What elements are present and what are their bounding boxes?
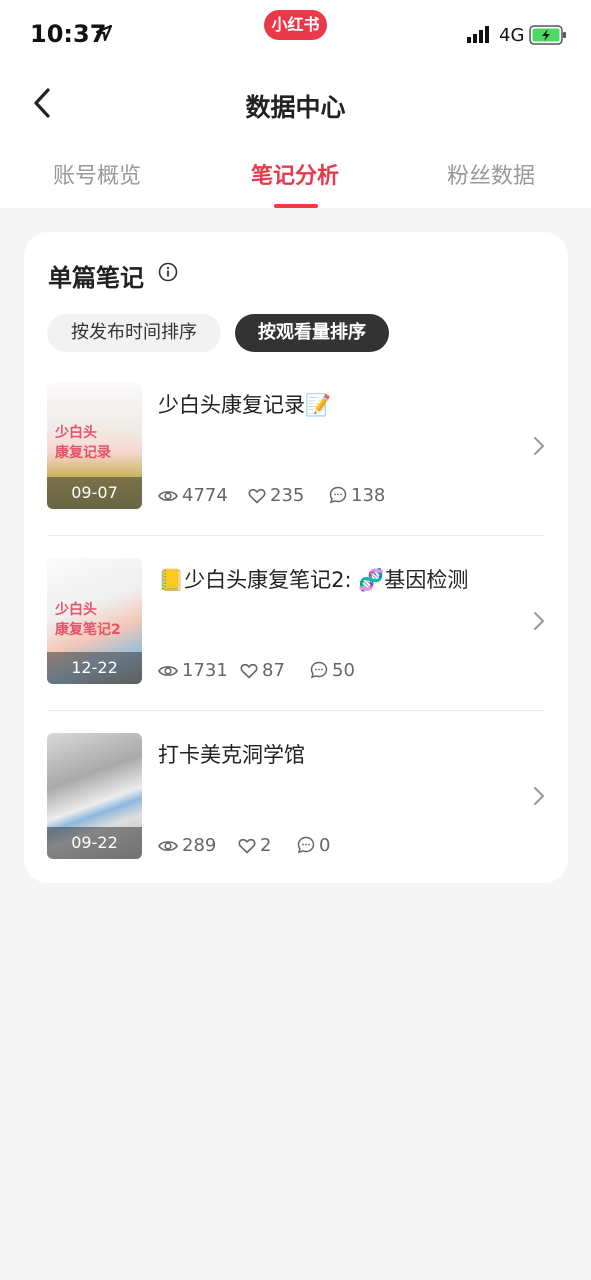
likes-count: 87 <box>262 660 285 681</box>
info-icon[interactable] <box>158 262 178 286</box>
heart-icon <box>248 488 266 504</box>
location-arrow-icon <box>95 24 113 46</box>
note-thumbnail: 少白头 康复记录 09-07 <box>47 383 142 509</box>
tab-active-indicator <box>274 204 318 208</box>
likes-stat: 2 <box>238 835 271 856</box>
note-title: 📒少白头康复笔记2: 🧬基因检测 <box>158 568 469 592</box>
divider <box>47 535 545 536</box>
comments-stat: 50 <box>310 660 355 681</box>
sort-by-views-button[interactable]: 按观看量排序 <box>235 314 389 352</box>
thumbnail-caption: 少白头 康复记录 <box>55 425 111 461</box>
likes-stat: 87 <box>240 660 285 681</box>
note-date: 09-07 <box>47 477 142 509</box>
section-title: 单篇笔记 <box>48 264 144 292</box>
views-stat: 4774 <box>158 485 228 506</box>
battery-charging-icon <box>529 24 567 50</box>
chevron-right-icon <box>532 786 546 810</box>
tab-bar: 账号概览 笔记分析 粉丝数据 <box>0 148 591 208</box>
app-badge: 小红书 <box>264 10 327 40</box>
chevron-right-icon <box>532 436 546 460</box>
chevron-right-icon <box>532 611 546 635</box>
likes-stat: 235 <box>248 485 304 506</box>
comment-icon <box>329 486 347 504</box>
note-thumbnail: 09-22 <box>47 733 142 859</box>
note-thumbnail: 少白头 康复笔记2 12-22 <box>47 558 142 684</box>
eye-icon <box>158 666 178 676</box>
tab-fan-data[interactable]: 粉丝数据 <box>447 158 535 190</box>
comment-icon <box>310 661 328 679</box>
status-bar: 10:37 小红书 4G <box>0 0 591 70</box>
sort-by-publish-time-button[interactable]: 按发布时间排序 <box>47 314 221 352</box>
views-stat: 1731 <box>158 660 228 681</box>
comment-icon <box>297 836 315 854</box>
note-item[interactable]: 09-22 打卡美克洞学馆 289 2 0 <box>24 733 568 908</box>
views-stat: 289 <box>158 835 216 856</box>
signal-icon <box>467 26 493 48</box>
heart-icon <box>238 838 256 854</box>
views-count: 1731 <box>182 660 228 681</box>
nav-bar: 数据中心 <box>0 70 591 136</box>
likes-count: 235 <box>270 485 305 506</box>
tab-account-overview[interactable]: 账号概览 <box>53 158 141 190</box>
note-date: 12-22 <box>47 652 142 684</box>
divider <box>47 710 545 711</box>
note-item[interactable]: 少白头 康复笔记2 12-22 📒少白头康复笔记2: 🧬基因检测 1731 87… <box>24 558 568 733</box>
eye-icon <box>158 841 178 851</box>
note-title: 打卡美克洞学馆 <box>158 743 305 767</box>
views-count: 289 <box>182 835 217 856</box>
note-item[interactable]: 少白头 康复记录 09-07 少白头康复记录📝 4774 235 138 <box>24 383 568 558</box>
comments-count: 50 <box>332 660 355 681</box>
heart-icon <box>240 663 258 679</box>
thumbnail-caption: 少白头 康复笔记2 <box>55 602 121 638</box>
views-count: 4774 <box>182 485 228 506</box>
network-label: 4G <box>499 25 525 46</box>
note-title: 少白头康复记录📝 <box>158 393 332 417</box>
single-note-card: 单篇笔记 按发布时间排序 按观看量排序 少白头 康复记录 09-07 少白头康复… <box>24 232 568 883</box>
note-date: 09-22 <box>47 827 142 859</box>
comments-count: 138 <box>351 485 386 506</box>
eye-icon <box>158 491 178 501</box>
tab-note-analysis[interactable]: 笔记分析 <box>251 158 339 190</box>
comments-count: 0 <box>319 835 331 856</box>
header-area: 10:37 小红书 4G 数据中心 账号概览 笔记分析 粉丝数据 <box>0 0 591 208</box>
comments-stat: 138 <box>329 485 385 506</box>
page-title: 数据中心 <box>245 93 346 122</box>
comments-stat: 0 <box>297 835 330 856</box>
likes-count: 2 <box>260 835 272 856</box>
